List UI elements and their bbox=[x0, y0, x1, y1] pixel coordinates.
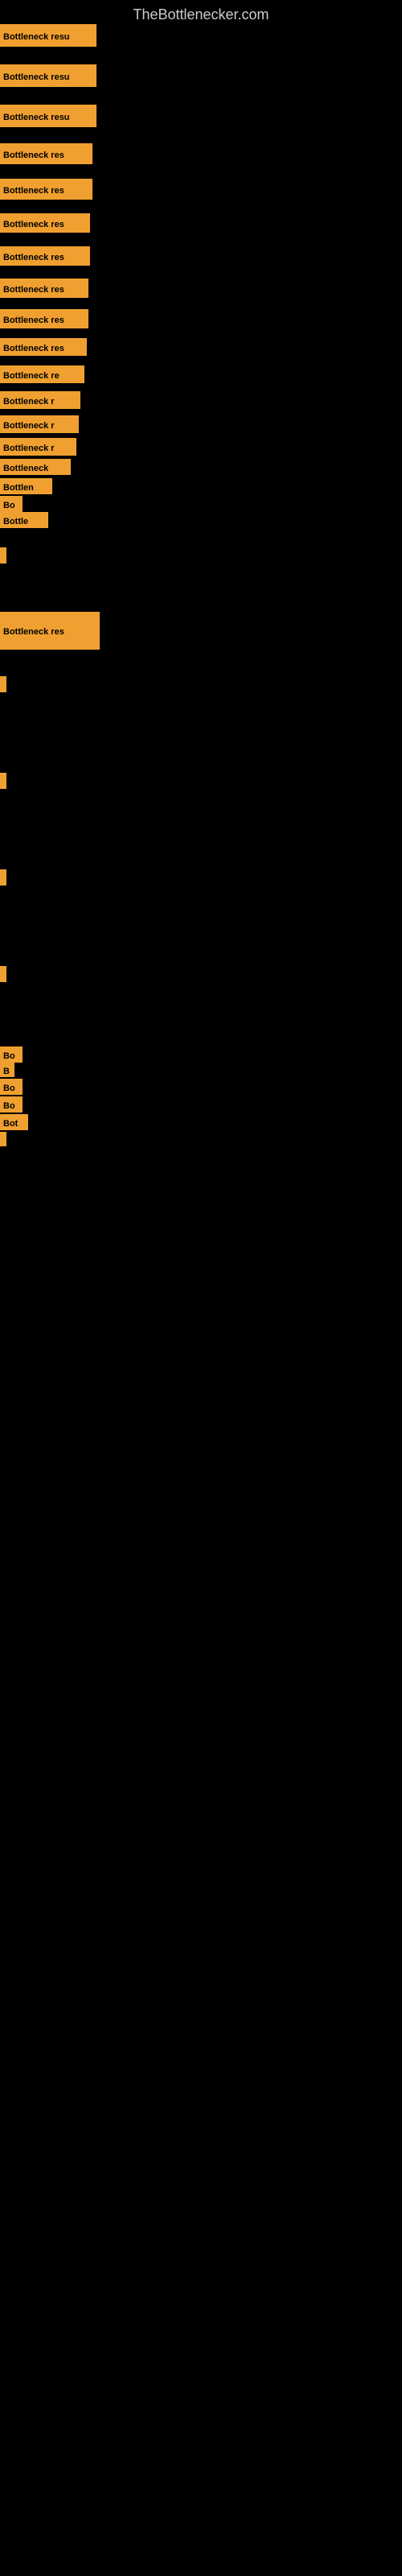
bar-label: Bottleneck r bbox=[0, 415, 79, 433]
bar-label bbox=[0, 1132, 6, 1146]
bar-label: Bottleneck resu bbox=[0, 24, 96, 47]
bar-row: Bottleneck re bbox=[0, 365, 84, 383]
bar-row bbox=[0, 966, 6, 982]
bar-row: Bottle bbox=[0, 512, 48, 528]
bar-row: Bottleneck resu bbox=[0, 105, 96, 127]
bar-label: Bottleneck res bbox=[0, 246, 90, 266]
bar-label: Bo bbox=[0, 1046, 23, 1063]
bar-label bbox=[0, 869, 6, 886]
bar-row: Bottleneck res bbox=[0, 143, 92, 164]
bar-row: Bottleneck res bbox=[0, 246, 90, 266]
bar-label: Bottleneck r bbox=[0, 438, 76, 456]
bar-row: Bo bbox=[0, 1079, 23, 1095]
bar-row: Bottleneck bbox=[0, 459, 71, 475]
bar-row: Bottleneck r bbox=[0, 391, 80, 409]
bar-label: B bbox=[0, 1063, 14, 1077]
bar-row: Bot bbox=[0, 1114, 28, 1130]
bar-row: Bottleneck res bbox=[0, 309, 88, 328]
bar-row: Bottleneck res bbox=[0, 179, 92, 200]
bar-label: Bottlen bbox=[0, 478, 52, 494]
bar-row: Bottleneck r bbox=[0, 438, 76, 456]
bar-row: B bbox=[0, 1063, 14, 1077]
bar-label: Bottleneck res bbox=[0, 179, 92, 200]
bar-label: Bo bbox=[0, 1096, 23, 1113]
bar-label: Bottleneck re bbox=[0, 365, 84, 383]
bar-label: Bottleneck res bbox=[0, 143, 92, 164]
bar-row: Bottleneck res bbox=[0, 338, 87, 356]
bar-label: Bottleneck res bbox=[0, 612, 100, 650]
bar-label: Bottleneck res bbox=[0, 279, 88, 298]
bar-row: Bottleneck r bbox=[0, 415, 79, 433]
bar-row: Bottleneck resu bbox=[0, 64, 96, 87]
bar-label: Bottleneck resu bbox=[0, 64, 96, 87]
bar-row bbox=[0, 676, 6, 692]
bar-row: Bo bbox=[0, 1046, 23, 1063]
bar-row bbox=[0, 547, 6, 564]
bar-label: Bottleneck bbox=[0, 459, 71, 475]
bar-row: Bo bbox=[0, 496, 23, 512]
bar-label: Bottleneck resu bbox=[0, 105, 96, 127]
bar-label: Bottleneck res bbox=[0, 338, 87, 356]
bar-row: Bo bbox=[0, 1096, 23, 1113]
bar-label: Bo bbox=[0, 496, 23, 512]
bar-label bbox=[0, 966, 6, 982]
bar-row bbox=[0, 869, 6, 886]
bar-label bbox=[0, 676, 6, 692]
bar-label: Bo bbox=[0, 1079, 23, 1095]
bar-label: Bottleneck res bbox=[0, 309, 88, 328]
bar-row: Bottleneck res bbox=[0, 213, 90, 233]
bar-label: Bottleneck r bbox=[0, 391, 80, 409]
bar-label: Bot bbox=[0, 1114, 28, 1130]
bar-label: Bottleneck res bbox=[0, 213, 90, 233]
bar-row bbox=[0, 1132, 6, 1146]
bar-label: Bottle bbox=[0, 512, 48, 528]
bar-label bbox=[0, 773, 6, 789]
bar-row: Bottlen bbox=[0, 478, 52, 494]
bar-label bbox=[0, 547, 6, 564]
bar-row: Bottleneck res bbox=[0, 612, 100, 650]
bar-row: Bottleneck res bbox=[0, 279, 88, 298]
bar-row: Bottleneck resu bbox=[0, 24, 96, 47]
bar-row bbox=[0, 773, 6, 789]
